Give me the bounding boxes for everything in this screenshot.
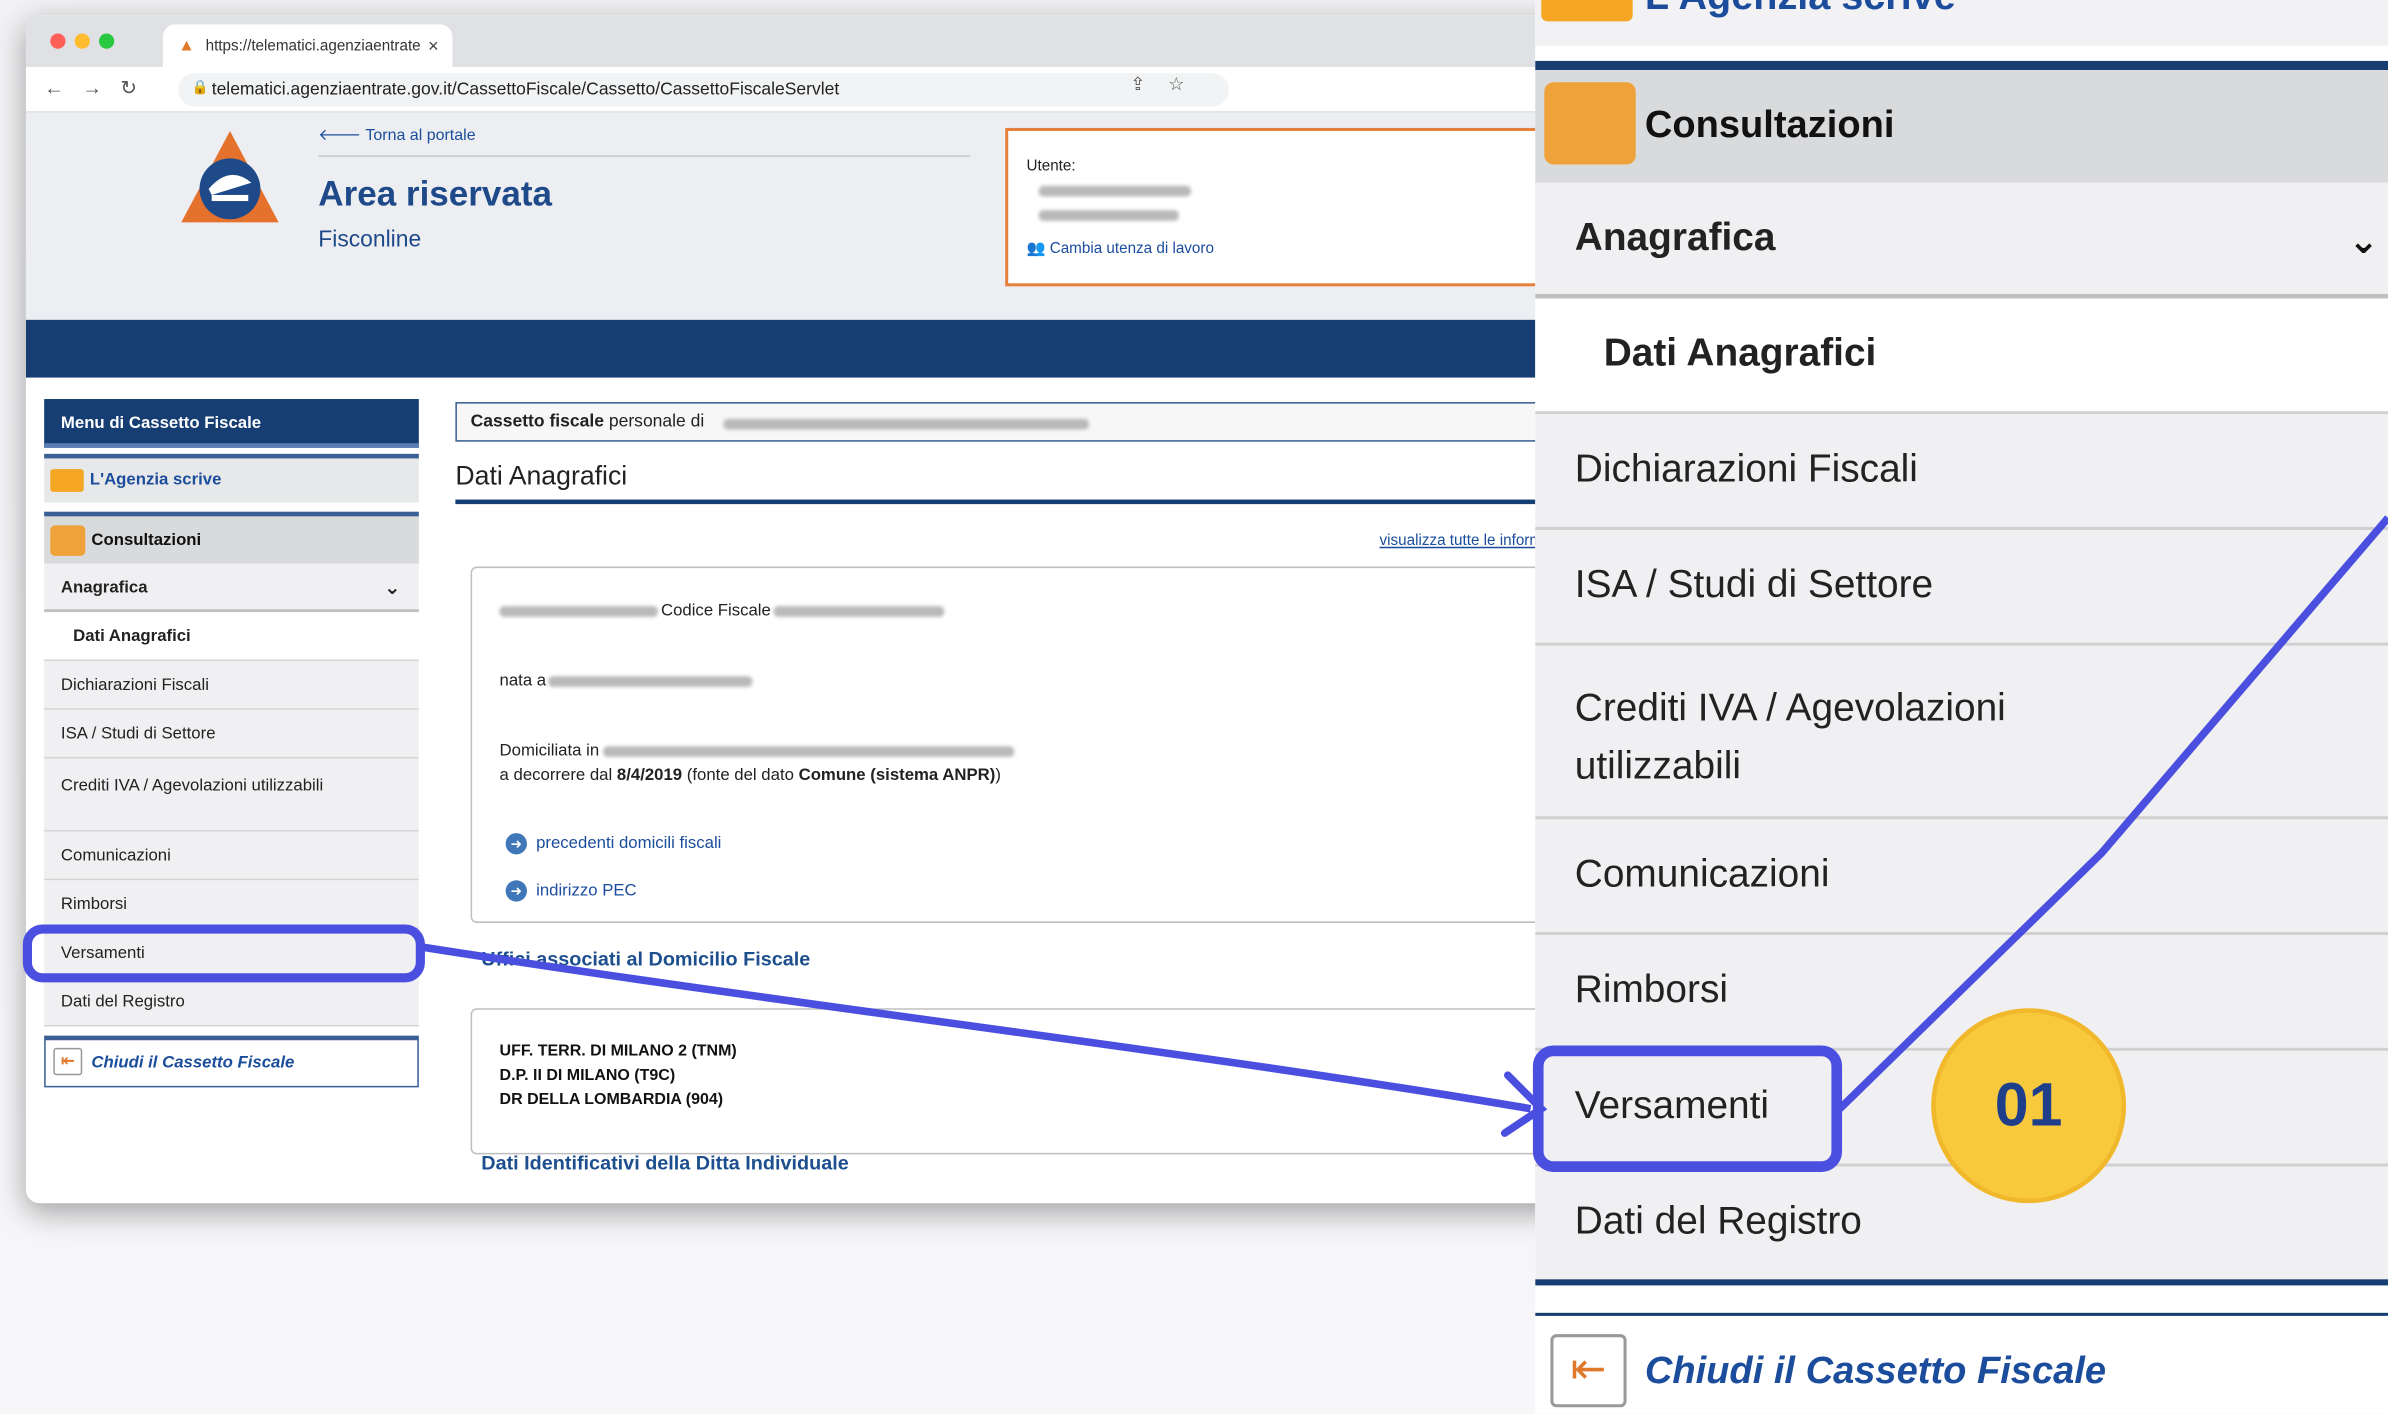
menu-item-isa[interactable]: ISA / Studi di Settore: [44, 709, 419, 759]
tab-title: https://telematici.agenziaentrate: [205, 38, 421, 55]
redacted-codice-fiscale: [773, 606, 945, 617]
chevron-down-icon: ⌄: [2348, 220, 2379, 262]
minimize-window-button[interactable]: [74, 33, 90, 49]
menu-item-anagrafica[interactable]: Anagrafica ⌄: [44, 563, 419, 613]
tab-bar: ▲ https://telematici.agenziaentrate ×: [25, 15, 1595, 68]
zoom-close-cassetto[interactable]: ⇤ Chiudi il Cassetto Fiscale: [1535, 1312, 2388, 1414]
user-label: Utente:: [1026, 158, 1076, 176]
screenshot-canvas: ▲ https://telematici.agenziaentrate × ← …: [0, 0, 2388, 1414]
arrow-circle-icon: ➜: [505, 880, 527, 902]
navigation-bar: [25, 319, 1595, 378]
step-badge: 01: [1931, 1008, 2127, 1204]
menu-section-consultazioni[interactable]: Consultazioni: [44, 511, 419, 564]
back-to-portal-link[interactable]: 🡐 Torna al portale: [318, 125, 475, 145]
browser-window: ▲ https://telematici.agenziaentrate × ← …: [25, 15, 1595, 1204]
redacted-owner: [723, 418, 1089, 430]
bookmark-star-icon[interactable]: ☆: [1168, 73, 1184, 94]
lock-icon: 🔒: [191, 79, 209, 95]
cassetto-owner-bar: Cassetto fiscale personale di: [455, 402, 1595, 442]
redacted-birthplace: [548, 676, 753, 687]
page-body: Menu di Cassetto Fiscale L'Agenzia scriv…: [25, 377, 1595, 1204]
zoom-crediti-iva[interactable]: Crediti IVA / Agevolazioni utilizzabili: [1535, 645, 2388, 820]
agenzia-entrate-logo: [181, 130, 279, 223]
zoom-bottom-divider: [1535, 1279, 2388, 1286]
zoom-isa[interactable]: ISA / Studi di Settore: [1535, 530, 2388, 646]
cassetto-menu: Menu di Cassetto Fiscale L'Agenzia scriv…: [44, 399, 419, 1088]
zoom-comunicazioni[interactable]: Comunicazioni: [1535, 819, 2388, 936]
arrow-circle-icon: ➜: [505, 833, 527, 855]
ufficio-2: D.P. II DI MILANO (T9C): [499, 1066, 676, 1085]
ufficio-1: UFF. TERR. DI MILANO 2 (TNM): [499, 1041, 737, 1061]
left-arrow-icon: 🡐: [318, 126, 366, 145]
previous-domiciles-link[interactable]: ➜ precedenti domicili fiscali: [505, 833, 721, 855]
codice-fiscale-label: Codice Fiscale: [660, 601, 771, 620]
uffici-title: Uffici associati al Domicilio Fiscale: [481, 947, 811, 971]
envelope-icon: [50, 469, 84, 492]
zoom-anagrafica[interactable]: Anagrafica ⌄: [1535, 182, 2388, 299]
zoom-dati-anagrafici[interactable]: Dati Anagrafici: [1535, 298, 2388, 415]
browser-toolbar: ← → ↻ 🔒 telematici.agenziaentrate.gov.it…: [25, 67, 1595, 113]
users-icon: 👥: [1026, 240, 1050, 258]
menu-item-dichiarazioni[interactable]: Dichiarazioni Fiscali: [44, 660, 419, 710]
redacted-name: [499, 606, 658, 617]
menu-item-dati-anagrafici[interactable]: Dati Anagrafici: [44, 612, 419, 661]
tab-close-icon[interactable]: ×: [428, 35, 439, 56]
redacted-user-id: [1038, 185, 1191, 197]
folder-search-icon: [1544, 82, 1636, 165]
menu-item-crediti-iva[interactable]: Crediti IVA / Agevolazioni utilizzabili: [44, 758, 419, 832]
close-window-button[interactable]: [50, 33, 66, 49]
exit-icon: ⇤: [53, 1047, 83, 1076]
birthplace-label: nata a: [499, 671, 547, 690]
share-icon[interactable]: ⇪: [1130, 73, 1145, 94]
forward-arrow-icon[interactable]: →: [82, 76, 102, 99]
menu-item-agenzia-scrive[interactable]: L'Agenzia scrive: [44, 453, 419, 503]
site-header: 🡐 Torna al portale Area riservata Fiscon…: [25, 112, 1595, 320]
zoom-consultazioni[interactable]: Consultazioni: [1535, 70, 2388, 183]
zoom-dichiarazioni[interactable]: Dichiarazioni Fiscali: [1535, 414, 2388, 531]
change-user-link[interactable]: 👥 Cambia utenza di lavoro: [1027, 241, 1214, 258]
close-cassetto-button[interactable]: ⇤ Chiudi il Cassetto Fiscale: [44, 1035, 419, 1088]
maximize-window-button[interactable]: [98, 33, 115, 49]
ufficio-3: DR DELLA LOMBARDIA (904): [499, 1090, 724, 1109]
site-favicon-icon: ▲: [178, 36, 195, 55]
pec-address-link[interactable]: ➜ indirizzo PEC: [505, 880, 637, 902]
zoom-divider: [1535, 60, 2388, 71]
menu-item-dati-registro[interactable]: Dati del Registro: [44, 977, 419, 1027]
envelope-icon: [1541, 0, 1633, 22]
menu-title: Menu di Cassetto Fiscale: [44, 399, 419, 448]
ditta-title: Dati Identificativi della Ditta Individu…: [481, 1151, 849, 1175]
domicile-since-text: a decorrere dal 8/4/2019 (fonte del dato…: [499, 766, 1001, 785]
page-subtitle: Fisconline: [318, 226, 422, 253]
section-title: Dati Anagrafici: [455, 460, 1595, 505]
domicile-label: Domiciliata in: [499, 741, 600, 760]
url-text: telematici.agenziaentrate.gov.it/Cassett…: [211, 80, 840, 99]
folder-search-icon: [50, 525, 86, 556]
user-box: Utente: 👥 Cambia utenza di lavoro: [1005, 127, 1595, 287]
menu-item-versamenti[interactable]: Versamenti: [44, 929, 419, 978]
anagrafica-panel: Codice Fiscale nata a Domiciliata in a d…: [470, 566, 1595, 923]
menu-item-comunicazioni[interactable]: Comunicazioni: [44, 831, 419, 881]
header-divider: [318, 155, 971, 157]
redacted-address: [603, 746, 1015, 757]
menu-item-rimborsi[interactable]: Rimborsi: [44, 880, 419, 930]
back-arrow-icon[interactable]: ←: [44, 76, 64, 99]
zoom-agenzia-row[interactable]: L'Agenzia scrive: [1535, 0, 2388, 46]
main-content: Cassetto fiscale personale di Dati Anagr…: [455, 402, 1595, 1174]
uffici-panel: UFF. TERR. DI MILANO 2 (TNM) D.P. II DI …: [470, 1008, 1595, 1155]
zoomed-menu-panel: L'Agenzia scrive Consultazioni Anagrafic…: [1535, 0, 2388, 1414]
exit-icon: ⇤: [1550, 1334, 1627, 1408]
address-bar[interactable]: 🔒 telematici.agenziaentrate.gov.it/Casse…: [178, 73, 1230, 107]
page-title: Area riservata: [318, 173, 553, 214]
reload-icon[interactable]: ↻: [120, 76, 137, 100]
zoom-dati-registro[interactable]: Dati del Registro: [1535, 1166, 2388, 1280]
redacted-user-name: [1038, 210, 1179, 221]
chevron-down-icon: ⌄: [383, 575, 401, 599]
browser-tab[interactable]: ▲ https://telematici.agenziaentrate ×: [162, 24, 453, 68]
